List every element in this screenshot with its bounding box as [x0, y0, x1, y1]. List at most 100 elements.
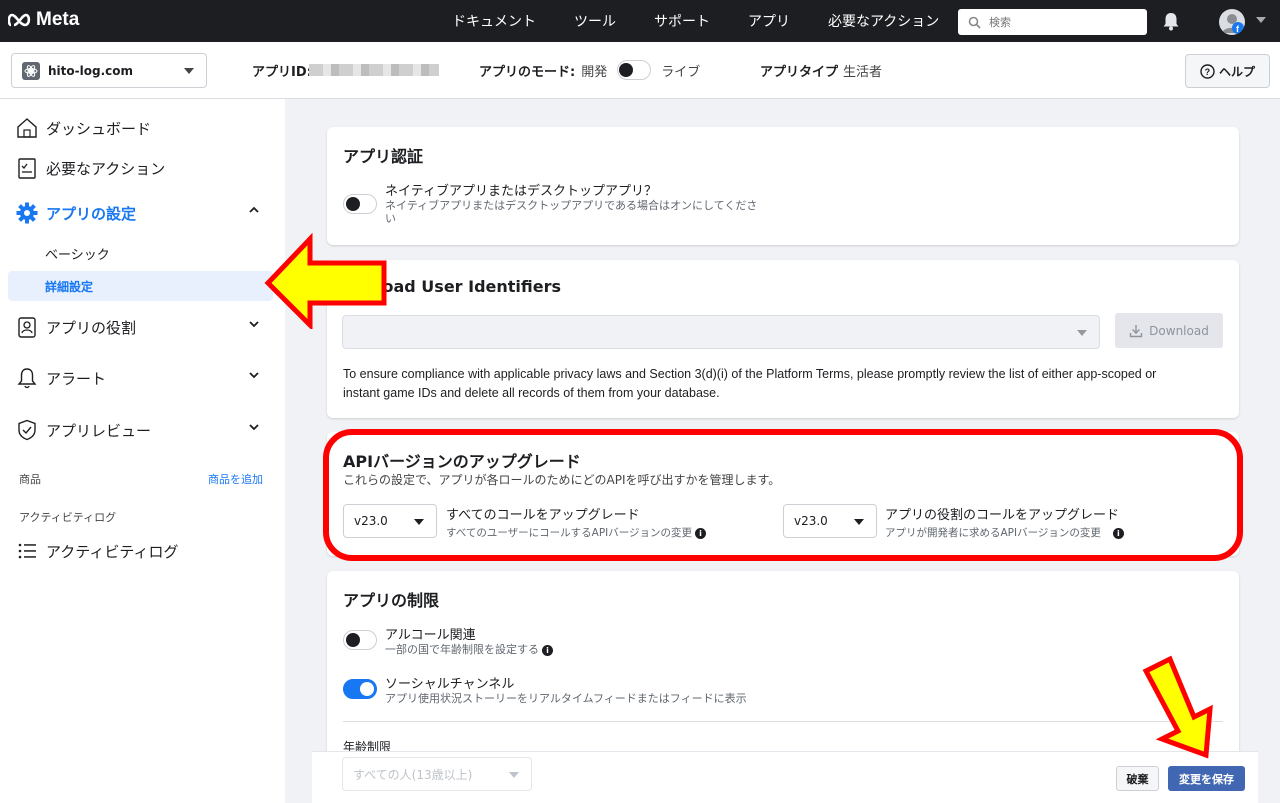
- discard-button[interactable]: 破棄: [1116, 766, 1159, 791]
- nav-item-required-actions[interactable]: 必要なアクション: [828, 11, 939, 31]
- app-mode-toggle[interactable]: [617, 60, 652, 80]
- caret-down-icon: [414, 519, 424, 525]
- all-calls-version-value: v23.0: [354, 514, 388, 528]
- alcohol-setting: アルコール関連 一部の国で年齢制限を設定する i: [343, 624, 553, 656]
- app-id-redacted: [309, 64, 439, 76]
- save-bar: すべての人(13歳以上) 破棄 変更を保存: [312, 751, 1258, 803]
- sidebar-item-alerts[interactable]: アラート: [16, 367, 259, 389]
- sidebar-subitem-basic[interactable]: ベーシック: [45, 244, 110, 263]
- gear-icon: [16, 202, 38, 224]
- caret-down-icon: [1077, 330, 1087, 336]
- sidebar-item-required-actions[interactable]: 必要なアクション: [16, 157, 165, 179]
- app-selector[interactable]: hito-log.com: [11, 53, 207, 88]
- app-type: アプリタイプ 生活者: [760, 61, 882, 80]
- add-product-link[interactable]: 商品を追加: [208, 471, 263, 487]
- app-type-label: アプリタイプ: [760, 65, 839, 80]
- chevron-down-icon: [249, 321, 259, 328]
- user-avatar[interactable]: f: [1219, 9, 1245, 35]
- sidebar-item-label: 必要なアクション: [46, 159, 166, 178]
- compliance-note: To ensure compliance with applicable pri…: [343, 365, 1228, 403]
- sidebar-item-label: アラート: [46, 369, 107, 388]
- products-section-label: 商品: [19, 473, 41, 486]
- social-channel-toggle[interactable]: [343, 679, 377, 699]
- nav-item-support[interactable]: サポート: [654, 11, 710, 31]
- sidebar-item-label: アプリレビュー: [46, 421, 152, 440]
- nav-item-docs[interactable]: ドキュメント: [452, 11, 536, 31]
- meta-infinity-icon: [8, 13, 31, 27]
- api-version-desc: これらの設定で、アプリが各ロールのためにどのAPIを呼び出すかを管理します。: [343, 473, 781, 487]
- role-calls-version-value: v23.0: [794, 514, 828, 528]
- search-input[interactable]: [989, 15, 1129, 29]
- alcohol-desc: 一部の国で年齢制限を設定する: [385, 643, 539, 656]
- list-icon: [18, 543, 36, 559]
- native-app-desc-cont: い: [385, 212, 396, 225]
- meta-logo-text: Meta: [36, 9, 80, 30]
- app-type-value: 生活者: [843, 65, 883, 80]
- all-calls-version-select[interactable]: v23.0: [343, 504, 437, 538]
- help-button[interactable]: ? ヘルプ: [1185, 54, 1270, 88]
- home-icon: [17, 118, 37, 138]
- chevron-down-icon: [249, 372, 259, 379]
- save-changes-button[interactable]: 変更を保存: [1168, 766, 1245, 791]
- sidebar-item-activity-log[interactable]: アクティビティログ: [16, 540, 178, 562]
- social-channel-setting: ソーシャルチャンネル アプリ使用状況ストーリーをリアルタイムフィードまたはフィー…: [343, 673, 747, 705]
- sidebar-item-label: ダッシュボード: [46, 119, 152, 138]
- app-selector-caret-icon: [184, 68, 194, 74]
- all-calls-title: すべてのコールをアップグレード: [446, 508, 640, 523]
- compliance-note-line: To ensure compliance with applicable pri…: [343, 367, 1157, 381]
- checklist-icon: [18, 158, 36, 179]
- download-button-label: Download: [1149, 323, 1209, 338]
- sidebar-item-label: アクティビティログ: [46, 542, 179, 561]
- shield-check-icon: [18, 419, 36, 441]
- alcohol-label: アルコール関連: [385, 628, 476, 643]
- native-app-desc: ネイティブアプリまたはデスクトップアプリである場合はオンにしてくださ: [385, 199, 758, 212]
- sidebar-item-app-settings[interactable]: アプリの設定: [16, 202, 259, 224]
- chevron-down-icon: [249, 424, 259, 431]
- sidebar-item-app-review[interactable]: アプリレビュー: [16, 419, 259, 441]
- nav-item-tools[interactable]: ツール: [574, 11, 616, 31]
- sidebar-item-dashboard[interactable]: ダッシュボード: [16, 117, 151, 139]
- info-icon[interactable]: i: [542, 644, 553, 656]
- app-name: hito-log.com: [48, 63, 133, 78]
- social-channel-desc: アプリ使用状況ストーリーをリアルタイムフィードまたはフィードに表示: [385, 692, 747, 705]
- mode-dev-label: 開発: [581, 64, 608, 80]
- all-calls-upgrade: すべてのコールをアップグレード すべてのユーザーにコールするAPIバージョンの変…: [446, 504, 707, 540]
- info-icon[interactable]: i: [1112, 527, 1124, 539]
- chevron-up-icon: [249, 206, 259, 213]
- help-label: ヘルプ: [1218, 64, 1255, 79]
- role-calls-upgrade: アプリの役割のコールをアップグレード アプリが開発者に求めるAPIバージョンの変…: [885, 504, 1124, 540]
- download-icon: [1129, 324, 1143, 337]
- sidebar-item-label: アプリの設定: [46, 204, 137, 223]
- social-channel-label: ソーシャルチャンネル: [385, 677, 515, 692]
- account-menu-caret-icon[interactable]: [1256, 17, 1266, 23]
- age-restriction-select[interactable]: すべての人(13歳以上): [342, 757, 532, 791]
- meta-logo[interactable]: Meta: [8, 9, 79, 31]
- save-label: 変更を保存: [1179, 772, 1234, 786]
- notification-bell-icon[interactable]: [1162, 12, 1180, 35]
- native-app-setting: ネイティブアプリまたはデスクトップアプリ？ ネイティブアプリまたはデスクトップア…: [343, 180, 757, 225]
- app-subheader: hito-log.com アプリID: アプリのモード: 開発 ライブ アプリタ…: [0, 42, 1280, 99]
- search-icon: [968, 16, 981, 29]
- identifier-type-select[interactable]: [342, 315, 1100, 349]
- sidebar-item-label: アプリの役割: [46, 318, 137, 337]
- sidebar-subitem-advanced[interactable]: 詳細設定: [45, 278, 93, 295]
- alcohol-toggle[interactable]: [343, 630, 377, 650]
- native-app-toggle[interactable]: [343, 194, 377, 214]
- app-auth-title: アプリ認証: [343, 147, 424, 166]
- caret-down-icon: [509, 772, 519, 778]
- activity-log-section-label: アクティビティログ: [19, 511, 117, 524]
- search-box[interactable]: [958, 9, 1147, 35]
- api-version-card: APIバージョンのアップグレード これらの設定で、アプリが各ロールのためにどのA…: [327, 432, 1239, 556]
- top-navigation: Meta ドキュメント ツール サポート アプリ 必要なアクション f: [0, 0, 1280, 42]
- all-calls-desc: すべてのユーザーにコールするAPIバージョンの変更: [446, 527, 693, 539]
- info-icon[interactable]: i: [695, 527, 707, 539]
- id-badge-icon: [18, 317, 36, 338]
- role-calls-version-select[interactable]: v23.0: [783, 504, 877, 538]
- download-button[interactable]: Download: [1115, 313, 1223, 348]
- sidebar-item-app-roles[interactable]: アプリの役割: [16, 316, 259, 338]
- nav-item-apps[interactable]: アプリ: [748, 11, 790, 31]
- native-app-label: ネイティブアプリまたはデスクトップアプリ？: [385, 184, 657, 199]
- download-identifiers-card: load User Identifiers Download To ensure…: [327, 260, 1239, 418]
- age-restriction-value: すべての人(13歳以上): [353, 767, 473, 782]
- role-calls-title: アプリの役割のコールをアップグレード: [885, 508, 1120, 523]
